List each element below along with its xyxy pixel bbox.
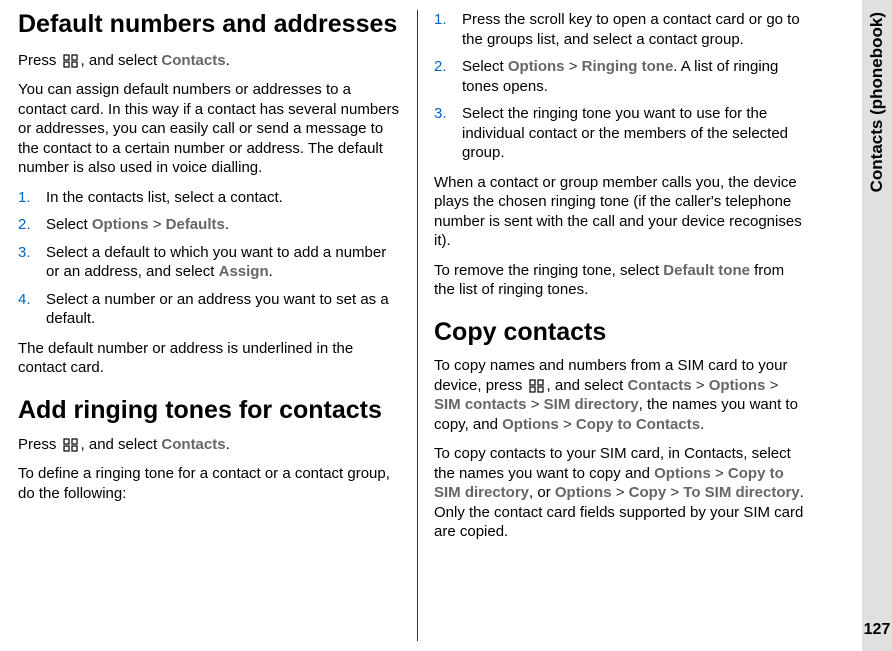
steps-list: Press the scroll key to open a contact c…	[434, 10, 806, 163]
list-item: In the contacts list, select a contact.	[18, 188, 401, 208]
menu-label: SIM contacts	[434, 396, 527, 413]
paragraph: When a contact or group member calls you…	[434, 173, 806, 251]
heading-default-numbers: Default numbers and addresses	[18, 10, 401, 39]
text: Select the ringing tone you want to use …	[462, 105, 788, 161]
text: , and select	[547, 377, 628, 394]
paragraph: To copy contacts to your SIM card, in Co…	[434, 444, 806, 542]
list-item: Select Options > Ringing tone. A list of…	[434, 57, 806, 96]
text: >	[559, 416, 576, 433]
list-item: Select a number or an address you want t…	[18, 290, 401, 329]
list-item: Press the scroll key to open a contact c…	[434, 10, 806, 49]
menu-label: Options	[555, 484, 612, 501]
menu-label: Contacts	[627, 377, 691, 394]
menu-label: Contacts	[161, 436, 225, 453]
text: Select	[46, 216, 92, 233]
menu-label: To SIM directory	[683, 484, 799, 501]
menu-label: Copy	[629, 484, 667, 501]
menu-label: Options	[709, 377, 766, 394]
text: Select	[462, 58, 508, 75]
list-item: Select Options > Defaults.	[18, 215, 401, 235]
paragraph: You can assign default numbers or addres…	[18, 80, 401, 178]
paragraph: Press , and select Contacts.	[18, 51, 401, 71]
text: Select a default to which you want to ad…	[46, 244, 386, 281]
menu-label: Options	[654, 465, 711, 482]
menu-label: Default tone	[663, 262, 750, 279]
text: Select a number or an address you want t…	[46, 291, 389, 328]
text: Press	[18, 436, 61, 453]
left-column: Default numbers and addresses Press , an…	[18, 10, 418, 641]
menu-label: Copy to Contacts	[576, 416, 700, 433]
text: .	[225, 216, 229, 233]
page-content: Default numbers and addresses Press , an…	[0, 0, 892, 651]
right-column: Press the scroll key to open a contact c…	[418, 10, 818, 641]
text: .	[700, 416, 704, 433]
list-item: Select a default to which you want to ad…	[18, 243, 401, 282]
menu-label: SIM directory	[544, 396, 639, 413]
paragraph: To copy names and numbers from a SIM car…	[434, 356, 806, 434]
menu-label: Ringing tone	[582, 58, 674, 75]
section-label: Contacts (phonebook)	[867, 12, 887, 192]
menu-key-icon	[63, 54, 79, 68]
text: >	[711, 465, 728, 482]
menu-label: Options	[508, 58, 565, 75]
text: >	[527, 396, 544, 413]
text: .	[226, 52, 230, 69]
page-number: 127	[864, 621, 891, 639]
text: Press the scroll key to open a contact c…	[462, 11, 800, 48]
menu-label: Options	[92, 216, 149, 233]
text: >	[565, 58, 582, 75]
heading-copy-contacts: Copy contacts	[434, 318, 806, 347]
text: >	[149, 216, 166, 233]
text: .	[269, 263, 273, 280]
text: , and select	[81, 52, 162, 69]
paragraph: Press , and select Contacts.	[18, 435, 401, 455]
text: In the contacts list, select a contact.	[46, 189, 283, 206]
menu-label: Defaults	[166, 216, 225, 233]
list-item: Select the ringing tone you want to use …	[434, 104, 806, 163]
text: .	[226, 436, 230, 453]
side-tab: Contacts (phonebook) 127	[862, 0, 892, 651]
text: >	[666, 484, 683, 501]
text: >	[692, 377, 709, 394]
paragraph: The default number or address is underli…	[18, 339, 401, 378]
paragraph: To define a ringing tone for a contact o…	[18, 464, 401, 503]
text: Press	[18, 52, 61, 69]
menu-label: Assign	[219, 263, 269, 280]
paragraph: To remove the ringing tone, select Defau…	[434, 261, 806, 300]
text: , or	[529, 484, 555, 501]
text: >	[612, 484, 629, 501]
heading-ringing-tones: Add ringing tones for contacts	[18, 396, 401, 425]
text: , and select	[81, 436, 162, 453]
menu-label: Options	[502, 416, 559, 433]
menu-label: Contacts	[161, 52, 225, 69]
steps-list: In the contacts list, select a contact. …	[18, 188, 401, 329]
menu-key-icon	[529, 379, 545, 393]
text: >	[765, 377, 778, 394]
menu-key-icon	[63, 438, 79, 452]
text: To remove the ringing tone, select	[434, 262, 663, 279]
